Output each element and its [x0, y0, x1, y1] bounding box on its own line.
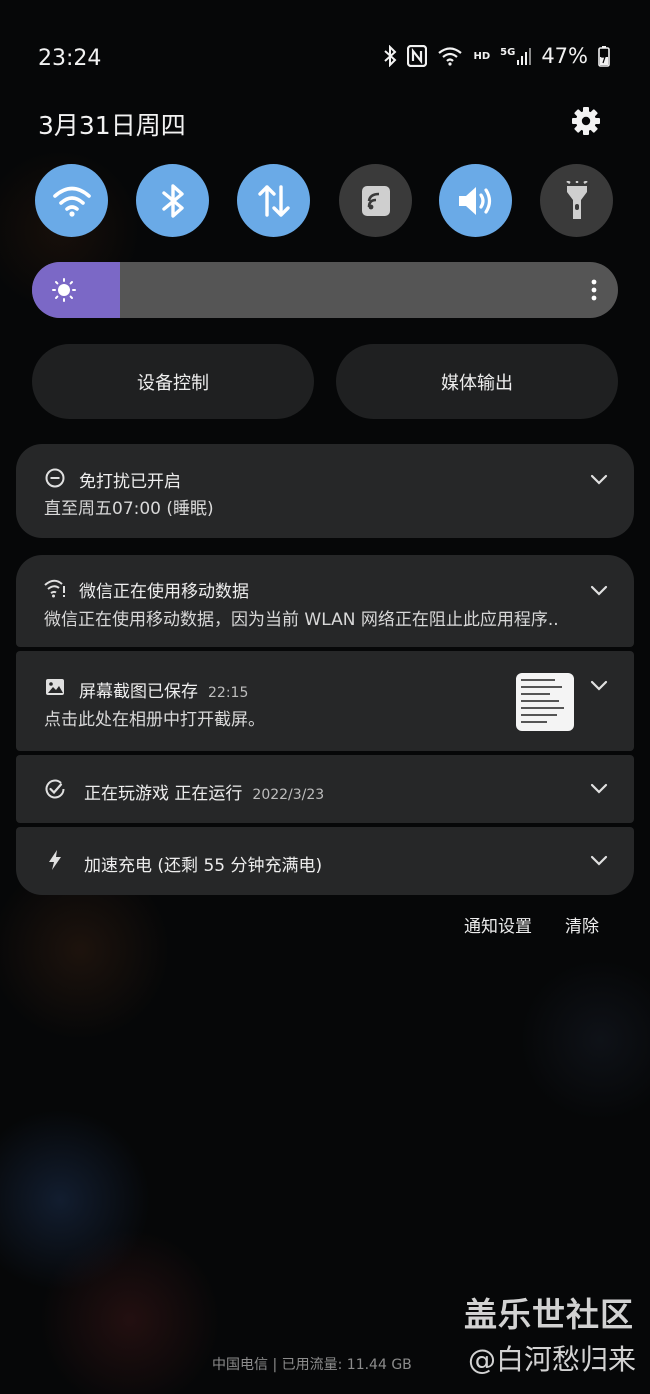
game-time: 2022/3/23: [252, 787, 325, 803]
more-options-icon[interactable]: [590, 278, 598, 302]
media-output-button[interactable]: 媒体输出: [336, 344, 618, 419]
device-control-button[interactable]: 设备控制: [32, 344, 314, 419]
charging-title: 加速充电 (还剩 55 分钟充满电): [84, 856, 323, 876]
nfc-status-icon: [407, 45, 428, 67]
status-icons: HD 5G 47%: [383, 44, 610, 68]
bluetooth-icon: [161, 183, 184, 218]
hd-label: HD: [473, 50, 491, 62]
game-title-row: 正在玩游戏 正在运行 2022/3/23: [84, 779, 324, 804]
game-title: 正在玩游戏 正在运行: [84, 784, 243, 804]
clear-notifications-button[interactable]: 清除: [565, 912, 599, 937]
toggle-wifi[interactable]: [35, 164, 108, 237]
expand-chevron-icon[interactable]: [590, 855, 608, 867]
toggle-flashlight[interactable]: [540, 164, 613, 237]
toggle-mobile-data[interactable]: [237, 164, 310, 237]
nfc-icon: [361, 185, 390, 216]
gallery-image-icon: [46, 679, 64, 695]
mobile-data-icon: [257, 184, 290, 217]
charging-notification[interactable]: 加速充电 (还剩 55 分钟充满电): [16, 827, 634, 895]
wifi-status-icon: [438, 47, 463, 66]
screenshot-thumbnail[interactable]: [516, 673, 574, 731]
settings-gear-icon[interactable]: [569, 104, 603, 138]
wechat-subtitle: 微信正在使用移动数据，因为当前 WLAN 网络正在阻止此应用程序..: [44, 610, 559, 630]
lightning-bolt-icon: [49, 850, 61, 870]
screenshot-title-row: 屏幕截图已保存 22:15: [79, 677, 248, 702]
date-label: 3月31日周四: [38, 111, 186, 140]
notification-settings-link[interactable]: 通知设置: [464, 912, 532, 937]
game-notification[interactable]: 正在玩游戏 正在运行 2022/3/23: [16, 755, 634, 823]
expand-chevron-icon[interactable]: [590, 474, 608, 486]
toggle-bluetooth[interactable]: [136, 164, 209, 237]
expand-chevron-icon[interactable]: [590, 680, 608, 692]
wechat-title: 微信正在使用移动数据: [79, 582, 249, 602]
dnd-notification[interactable]: 免打扰已开启 直至周五07:00 (睡眠): [16, 444, 634, 538]
flashlight-icon: [565, 180, 588, 219]
network-type-label: 5G: [500, 47, 516, 58]
watermark-user: @白河愁归来: [467, 1343, 636, 1376]
toggle-sound[interactable]: [439, 164, 512, 237]
status-time: 23:24: [38, 46, 102, 71]
screenshot-subtitle: 点击此处在相册中打开截屏。: [44, 710, 265, 730]
toggle-nfc[interactable]: [339, 164, 412, 237]
battery-charging-icon: [598, 46, 610, 67]
expand-chevron-icon[interactable]: [590, 585, 608, 597]
dnd-title: 免打扰已开启: [79, 472, 181, 492]
signal-icon: 5G: [500, 47, 532, 65]
brightness-sun-icon: [52, 278, 76, 302]
sound-icon: [458, 186, 491, 215]
brightness-slider[interactable]: [32, 262, 618, 318]
wechat-notification[interactable]: 微信正在使用移动数据 微信正在使用移动数据，因为当前 WLAN 网络正在阻止此应…: [16, 555, 634, 647]
battery-percent: 47%: [541, 44, 588, 68]
dnd-subtitle: 直至周五07:00 (睡眠): [44, 499, 214, 519]
bluetooth-status-icon: [384, 45, 397, 67]
watermark-title: 盖乐世社区: [464, 1295, 634, 1334]
game-check-icon: [45, 779, 65, 799]
wifi-icon: [52, 186, 91, 217]
screenshot-title: 屏幕截图已保存: [79, 682, 198, 702]
wifi-warning-icon: [44, 579, 65, 598]
screenshot-notification[interactable]: 屏幕截图已保存 22:15 点击此处在相册中打开截屏。: [16, 651, 634, 751]
carrier-data-usage: 中国电信 | 已用流量: 11.44 GB: [212, 1357, 412, 1373]
do-not-disturb-icon: [45, 468, 65, 488]
screenshot-time: 22:15: [208, 685, 249, 701]
expand-chevron-icon[interactable]: [590, 783, 608, 795]
